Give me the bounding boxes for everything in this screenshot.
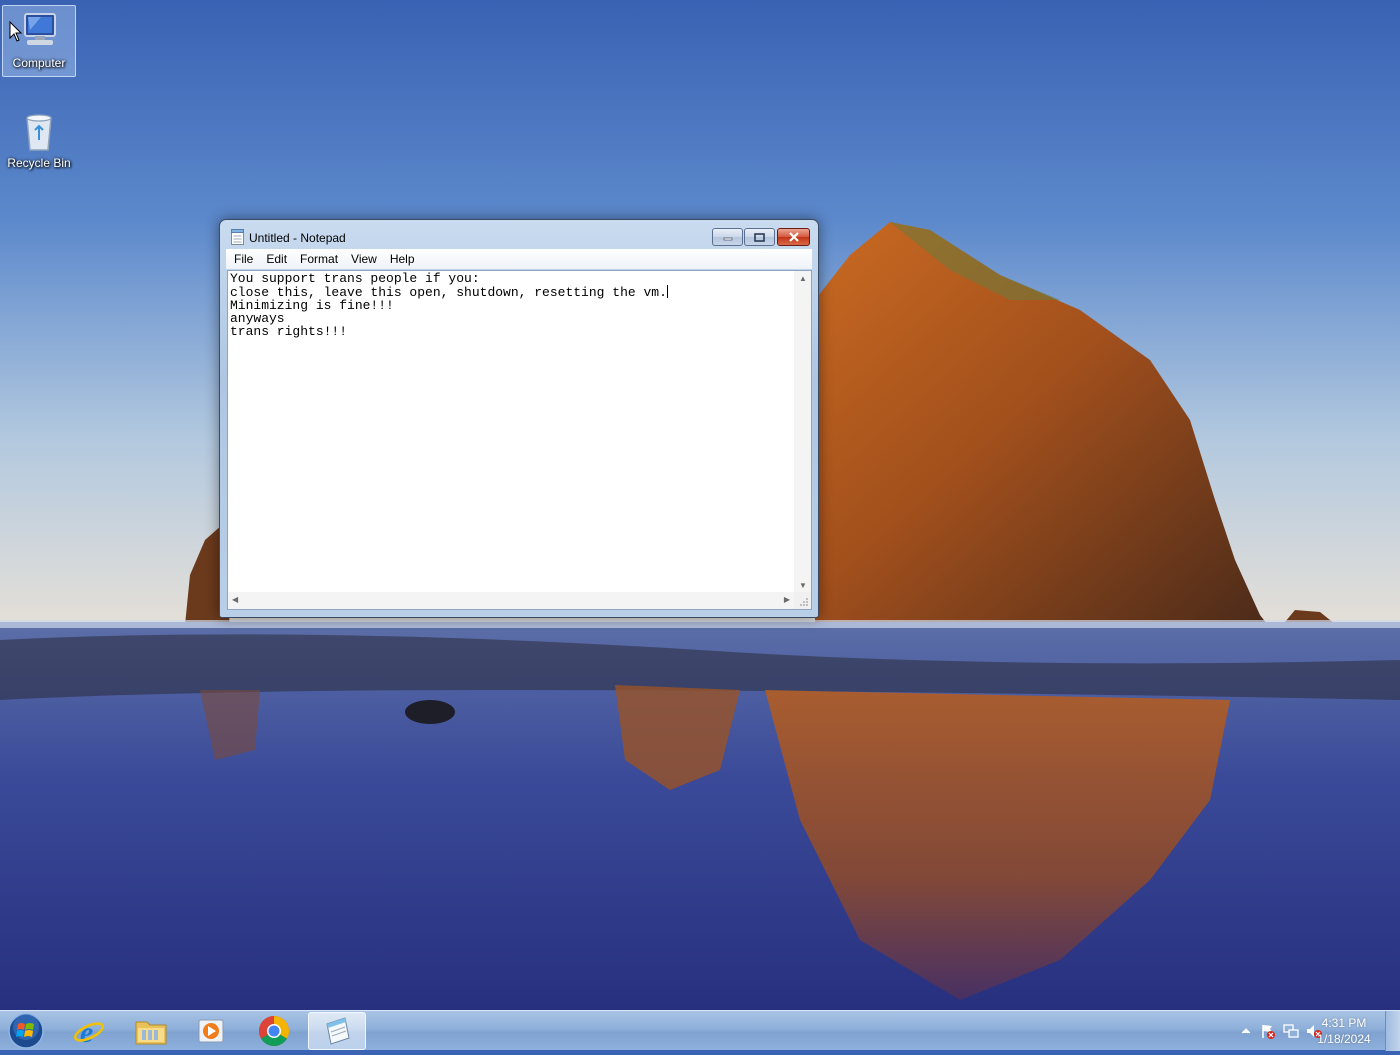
- scroll-right-arrow-icon[interactable]: ▶: [784, 595, 790, 604]
- action-center-flag-icon[interactable]: [1260, 1023, 1276, 1039]
- internet-explorer-icon: e: [73, 1016, 105, 1047]
- taskbar-chrome[interactable]: [245, 1012, 303, 1050]
- title-bar[interactable]: Untitled - Notepad: [220, 220, 818, 249]
- clock-time: 4:31 PM: [1321, 1016, 1367, 1030]
- maximize-button[interactable]: [744, 228, 775, 246]
- text-line: You support trans people if you:: [230, 272, 480, 286]
- start-button[interactable]: [6, 1012, 46, 1050]
- resize-grip-icon: [800, 598, 808, 606]
- menu-format[interactable]: Format: [293, 252, 345, 266]
- menu-bar: File Edit Format View Help: [226, 249, 812, 269]
- mouse-cursor-icon: [9, 21, 23, 42]
- text-editor-area[interactable]: You support trans people if you: close th…: [227, 270, 812, 610]
- desktop-icon-recycle-bin[interactable]: Recycle Bin: [2, 105, 76, 177]
- svg-text:e: e: [80, 1016, 93, 1047]
- clock-date: 1/18/2024: [1317, 1032, 1371, 1046]
- menu-file[interactable]: File: [226, 252, 260, 266]
- scroll-left-arrow-icon[interactable]: ◀: [232, 595, 238, 604]
- text-line: Minimizing is fine!!!: [230, 298, 394, 313]
- menu-help[interactable]: Help: [383, 252, 422, 266]
- notification-area: 4:31 PM 1/18/2024: [1210, 1011, 1400, 1051]
- network-icon[interactable]: [1283, 1023, 1299, 1039]
- text-line: trans rights!!!: [230, 324, 348, 339]
- notepad-window[interactable]: Untitled - Notepad File Edit Format View…: [219, 219, 819, 618]
- minimize-icon: [723, 237, 732, 241]
- scroll-down-arrow-icon[interactable]: ▼: [799, 581, 807, 590]
- taskbar-internet-explorer[interactable]: e: [60, 1012, 118, 1050]
- computer-icon: [24, 13, 56, 45]
- recycle-bin-icon: [26, 114, 52, 151]
- minimize-button[interactable]: [712, 228, 743, 246]
- system-clock[interactable]: 4:31 PM 1/18/2024: [1312, 1015, 1376, 1047]
- taskbar: e 4:31 PM 1/18/2024: [0, 1010, 1400, 1051]
- notepad-title-icon: [231, 229, 244, 245]
- taskbar-media-player[interactable]: [182, 1012, 240, 1050]
- close-button[interactable]: [777, 228, 810, 246]
- text-line-with-caret: close this, leave this open, shutdown, r…: [230, 285, 792, 299]
- desktop-icon-label: Recycle Bin: [7, 156, 71, 170]
- vertical-scrollbar[interactable]: ▲ ▼: [794, 271, 811, 593]
- notepad-icon: [326, 1017, 350, 1045]
- menu-edit[interactable]: Edit: [259, 252, 294, 266]
- show-hidden-icons-chevron-icon[interactable]: [1238, 1023, 1254, 1039]
- windows-start-icon: [8, 1013, 44, 1049]
- horizontal-scrollbar[interactable]: ◀ ▶: [228, 592, 794, 609]
- window-title: Untitled - Notepad: [249, 231, 346, 245]
- media-player-icon: [198, 1019, 224, 1043]
- resize-grip[interactable]: [794, 592, 811, 609]
- close-icon: [788, 232, 799, 242]
- show-desktop-button[interactable]: [1385, 1011, 1400, 1051]
- desktop-icon-label: Computer: [12, 56, 66, 70]
- taskbar-notepad[interactable]: [308, 1012, 366, 1050]
- chrome-icon: [258, 1016, 290, 1047]
- taskbar-file-explorer[interactable]: [122, 1012, 180, 1050]
- menu-view[interactable]: View: [344, 252, 384, 266]
- maximize-icon: [754, 232, 765, 242]
- document-text[interactable]: You support trans people if you: close th…: [230, 272, 792, 594]
- file-explorer-icon: [135, 1021, 167, 1045]
- scroll-up-arrow-icon[interactable]: ▲: [799, 274, 807, 283]
- text-caret: [666, 285, 668, 298]
